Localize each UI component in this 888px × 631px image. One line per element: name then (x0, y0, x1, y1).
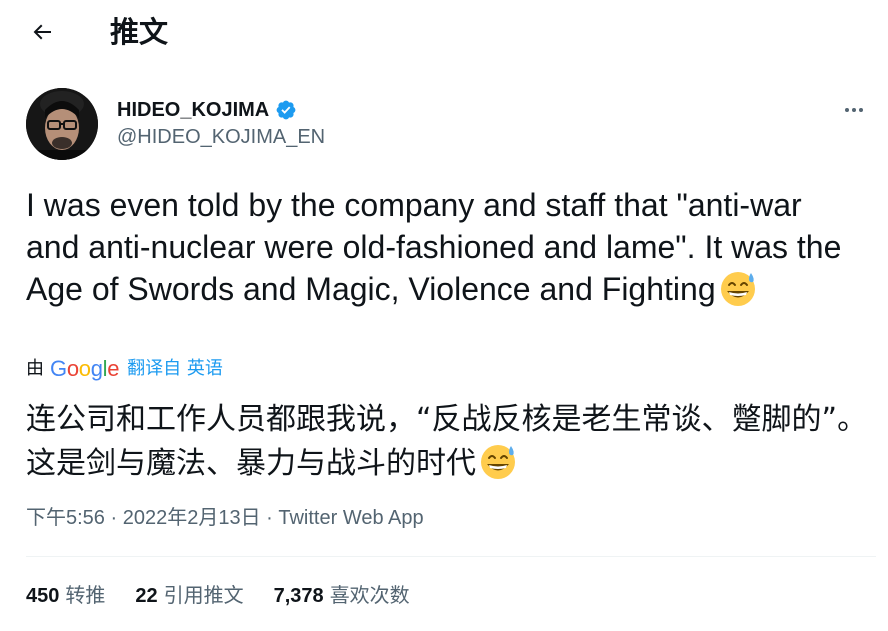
tweet-time[interactable]: 下午5:56 (26, 507, 105, 529)
translated-text: 连公司和工作人员都跟我说，“反战反核是老生常谈、蹩脚的”。这是剑与魔法、暴力与战… (26, 398, 876, 485)
tweet-source[interactable]: Twitter Web App (278, 507, 423, 529)
tweet-stats: 450 转推 22 引用推文 7,378 喜欢次数 (26, 581, 440, 610)
display-name[interactable]: HIDEO_KOJIMA (117, 98, 269, 122)
meta-separator: · (104, 507, 123, 529)
page-header: 推文 (0, 0, 888, 64)
avatar-image (26, 88, 98, 160)
retweets-stat[interactable]: 450 转推 (26, 581, 105, 610)
divider (26, 556, 876, 557)
avatar[interactable] (26, 88, 98, 160)
retweets-label: 转推 (65, 583, 106, 607)
name-row: HIDEO_KOJIMA (117, 98, 297, 122)
likes-count: 7,378 (273, 585, 324, 607)
translation-attribution: 由 Google 翻译自 英语 (26, 357, 223, 381)
google-logo: Google (50, 356, 120, 381)
arrow-left-icon (33, 24, 51, 40)
grinning-sweat-emoji-icon (478, 441, 518, 481)
more-options-button[interactable] (836, 92, 872, 128)
quote-tweets-count: 22 (135, 585, 158, 607)
grinning-sweat-emoji-icon (718, 268, 758, 308)
tweet-text: I was even told by the company and staff… (26, 184, 856, 310)
translate-by-label: 由 (26, 358, 44, 379)
tweet-meta: 下午5:56 · 2022年2月13日 · Twitter Web App (26, 505, 424, 531)
page-title: 推文 (110, 15, 169, 49)
translated-text-content: 连公司和工作人员都跟我说，“反战反核是老生常谈、蹩脚的”。这是剑与魔法、暴力与战… (26, 402, 868, 481)
likes-stat[interactable]: 7,378 喜欢次数 (274, 581, 410, 610)
quote-tweets-stat[interactable]: 22 引用推文 (135, 581, 243, 610)
user-handle[interactable]: @HIDEO_KOJIMA_EN (117, 125, 325, 149)
retweets-count: 450 (26, 585, 60, 607)
quote-tweets-label: 引用推文 (163, 583, 244, 607)
more-horizontal-icon (845, 108, 863, 112)
tweet-author: HIDEO_KOJIMA @HIDEO_KOJIMA_EN (26, 88, 876, 162)
tweet-date[interactable]: 2022年2月13日 (123, 507, 261, 529)
likes-label: 喜欢次数 (329, 583, 410, 607)
back-button[interactable] (22, 12, 62, 52)
translated-from-link[interactable]: 翻译自 英语 (127, 357, 223, 381)
verified-badge-icon (275, 99, 297, 121)
meta-separator: · (260, 507, 279, 529)
